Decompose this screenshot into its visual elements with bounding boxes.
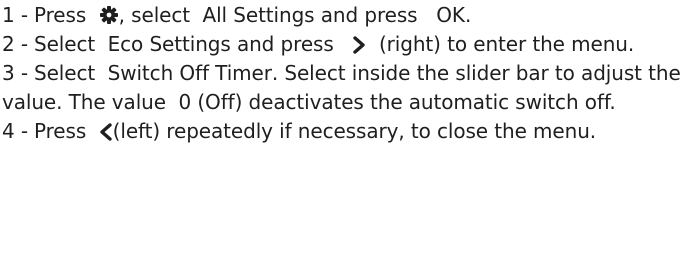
menu-item-switch-off-timer: Switch Off Timer: [107, 61, 272, 85]
ok-key-label: OK: [436, 3, 465, 27]
step-text: and press: [236, 32, 334, 56]
step-text: Press: [34, 119, 87, 143]
step-text: (right) to enter the menu.: [378, 32, 635, 56]
step-number: 2 -: [2, 32, 28, 56]
menu-item-eco-settings: Eco Settings: [107, 32, 231, 56]
step-number: 1 -: [2, 3, 28, 27]
step-text: .: [464, 3, 472, 27]
chevron-left-icon: [99, 123, 113, 141]
step-text: Press: [34, 3, 87, 27]
chevron-right-icon: [352, 36, 366, 54]
step-1: 1 - Press , select All Settings and press…: [2, 1, 681, 30]
step-text: and press: [320, 3, 418, 27]
gear-icon: [99, 5, 119, 25]
step-text: , select: [118, 3, 190, 27]
step-3: 3 - Select Switch Off Timer. Select insid…: [2, 59, 681, 117]
step-number: 4 -: [2, 119, 28, 143]
step-text: Select: [34, 61, 96, 85]
step-text: (Off) deactivates the automatic switch o…: [197, 90, 616, 114]
step-number: 3 -: [2, 61, 28, 85]
step-2: 2 - Select Eco Settings and press (right)…: [2, 30, 681, 59]
instructions: 1 - Press , select All Settings and press…: [0, 0, 681, 146]
step-4: 4 - Press (left) repeatedly if necessary,…: [2, 117, 681, 146]
value-label: 0: [178, 90, 192, 114]
menu-item-all-settings: All Settings: [202, 3, 315, 27]
step-text: (left) repeatedly if necessary, to close…: [112, 119, 597, 143]
step-text: Select: [34, 32, 96, 56]
